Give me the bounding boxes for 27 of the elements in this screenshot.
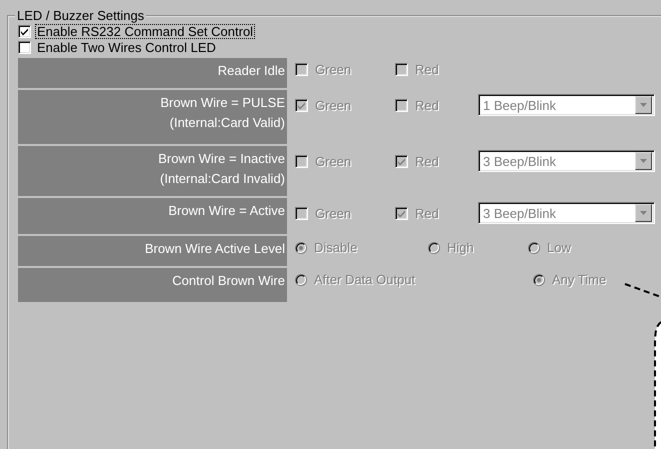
row-label: Brown Wire = Active xyxy=(18,198,287,234)
caret-icon xyxy=(640,211,647,215)
row-label: Brown Wire Active Level xyxy=(18,236,287,266)
checkbox-label: Red xyxy=(415,62,439,77)
checkbox-label: Red xyxy=(415,98,439,112)
row-label: Brown Wire = Inactive (Internal:Card Invalid) xyxy=(18,146,287,196)
radio-label: Any Time xyxy=(552,272,606,287)
checkbox-label: Green xyxy=(315,98,352,112)
checkbox[interactable] xyxy=(18,24,31,38)
checkbox-label: Green xyxy=(315,206,352,220)
checkbox-label: Enable Two Wires Control LED xyxy=(36,40,217,54)
radio-label: Disable xyxy=(314,240,358,255)
checkbox-label: Green xyxy=(315,62,352,77)
row-label: Reader Idle xyxy=(18,58,287,88)
checkbox-label: Red xyxy=(415,206,439,220)
group-title: LED / Buzzer Settings xyxy=(16,8,146,23)
row-label: Control Brown Wire xyxy=(18,268,287,302)
radio-label: Low xyxy=(547,240,571,255)
checkbox[interactable] xyxy=(18,40,31,54)
caret-icon xyxy=(640,159,647,163)
radio-label: After Data Output xyxy=(314,272,416,287)
checkbox-label: Green xyxy=(315,154,352,168)
row-label: Brown Wire = PULSE (Internal:Card Valid) xyxy=(18,90,287,144)
caret-icon xyxy=(640,103,647,107)
radio-label: High xyxy=(447,240,474,255)
checkbox-label: Enable RS232 Command Set Control xyxy=(35,24,256,38)
checkbox-label: Red xyxy=(415,154,439,168)
